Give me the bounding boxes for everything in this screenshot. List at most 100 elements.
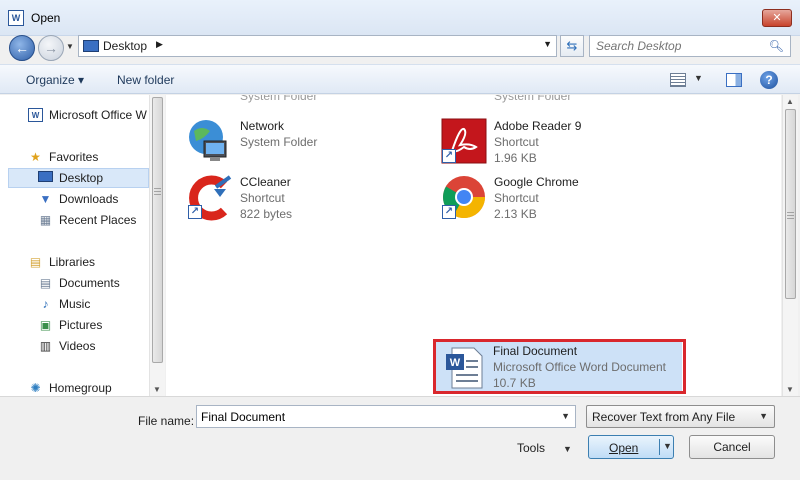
shortcut-arrow-icon: ↗: [442, 205, 456, 219]
recent-places-icon: ▦: [39, 213, 52, 227]
file-item-type: System Folder: [240, 135, 318, 149]
open-button-label: Open: [609, 441, 639, 455]
file-item-type: Shortcut: [494, 191, 539, 205]
homegroup-icon: ✺: [30, 381, 41, 395]
search-input[interactable]: [596, 38, 766, 54]
view-dropdown-icon[interactable]: ▼: [694, 73, 703, 83]
sidebar-item-recent-places[interactable]: ▦ Recent Places: [0, 210, 150, 230]
window-title: Open: [31, 11, 61, 25]
file-item-name: CCleaner: [240, 175, 291, 189]
file-item-ccleaner[interactable]: ↗ CCleaner Shortcut 822 bytes: [186, 173, 426, 225]
recent-locations-dropdown-icon[interactable]: ▼: [66, 42, 76, 52]
navigation-pane: W Microsoft Office W ★ Favorites Desktop…: [0, 95, 165, 396]
sidebar-item-label: Favorites: [49, 150, 99, 164]
sidebar-item-videos[interactable]: ▥ Videos: [0, 336, 150, 356]
file-type-dropdown-icon[interactable]: ▼: [759, 411, 768, 421]
breadcrumb-desktop[interactable]: Desktop: [103, 39, 147, 53]
sidebar-item-label: Recent Places: [59, 213, 137, 227]
scroll-up-icon[interactable]: ▲: [786, 97, 794, 106]
file-item-type: System Folder: [494, 95, 572, 103]
file-type-select[interactable]: Recover Text from Any File ▼: [586, 405, 775, 428]
downloads-icon: ▼: [39, 192, 52, 206]
search-box[interactable]: 🔍︎: [589, 35, 791, 57]
file-name-input[interactable]: [201, 409, 556, 425]
navigation-scrollbar-thumb[interactable]: [152, 97, 163, 363]
file-item-type: Shortcut: [240, 191, 285, 205]
sidebar-item-label: Microsoft Office W: [49, 108, 147, 122]
sidebar-item-label: Libraries: [49, 255, 96, 269]
sidebar-item-pictures[interactable]: ▣ Pictures: [0, 315, 150, 335]
sidebar-item-microsoft-office[interactable]: W Microsoft Office W: [0, 105, 150, 125]
file-name-dropdown-icon[interactable]: ▼: [561, 411, 570, 421]
forward-button[interactable]: →: [38, 35, 64, 61]
file-name-combobox[interactable]: ▼: [196, 405, 576, 428]
file-item-type: Shortcut: [494, 135, 539, 149]
breadcrumb-arrow-icon[interactable]: ▶: [156, 39, 163, 50]
pictures-icon: ▣: [39, 318, 52, 332]
scrollbar-grip-icon: — — —: [154, 185, 161, 198]
documents-icon: ▤: [39, 276, 52, 290]
refresh-button[interactable]: ⇆: [560, 35, 584, 57]
network-icon: [189, 120, 227, 161]
organize-button[interactable]: Organize ▾: [26, 73, 84, 87]
music-icon: ♪: [42, 297, 49, 311]
videos-icon: ▥: [39, 339, 52, 353]
file-list-scrollbar-thumb[interactable]: [785, 109, 796, 299]
new-folder-button[interactable]: New folder: [117, 73, 174, 87]
desktop-icon: [38, 171, 53, 182]
file-item-name: Google Chrome: [494, 175, 579, 189]
shortcut-arrow-icon: ↗: [188, 205, 202, 219]
sidebar-item-label: Desktop: [59, 171, 104, 185]
scroll-down-icon[interactable]: ▼: [786, 385, 794, 394]
sidebar-item-documents[interactable]: ▤ Documents: [0, 273, 150, 293]
file-list-scrollbar[interactable]: ▲ — — — ▼: [782, 95, 798, 396]
title-bar: W Open ✕: [0, 0, 800, 36]
word-app-icon: W: [8, 10, 24, 26]
sidebar-item-label: Music: [59, 297, 91, 311]
file-name-label: File name:: [138, 414, 195, 428]
sidebar-item-desktop[interactable]: Desktop: [8, 168, 149, 188]
sidebar-item-label: Videos: [59, 339, 96, 353]
help-icon[interactable]: ?: [760, 71, 778, 89]
back-button[interactable]: ←: [9, 35, 35, 61]
preview-pane-icon[interactable]: [726, 73, 742, 87]
search-icon[interactable]: 🔍︎: [769, 39, 784, 53]
open-button-divider: [659, 439, 660, 455]
sidebar-item-label: Downloads: [59, 192, 119, 206]
command-toolbar: Organize ▾ New folder ▼ ?: [0, 64, 800, 94]
sidebar-item-music[interactable]: ♪ Music: [0, 294, 150, 314]
address-dropdown-icon[interactable]: ▼: [543, 39, 552, 49]
word-icon: W: [28, 108, 43, 122]
file-item-size: 822 bytes: [240, 207, 293, 221]
scrollbar-grip-icon: — — —: [787, 209, 794, 222]
sidebar-item-label: Documents: [59, 276, 120, 290]
file-item-type: System Folder: [240, 95, 318, 103]
close-button[interactable]: ✕: [762, 9, 792, 27]
sidebar-item-homegroup[interactable]: ✺ Homegroup: [0, 378, 150, 396]
sidebar-item-favorites[interactable]: ★ Favorites: [0, 147, 150, 167]
address-bar[interactable]: Desktop ▶ ▼: [78, 35, 557, 57]
scroll-down-icon[interactable]: ▼: [153, 385, 161, 394]
file-item-network[interactable]: Network System Folder: [186, 117, 426, 169]
sidebar-item-downloads[interactable]: ▼ Downloads: [0, 189, 150, 209]
open-options-dropdown-icon[interactable]: ▼: [663, 441, 672, 451]
cancel-button[interactable]: Cancel: [689, 435, 775, 459]
open-button[interactable]: Open ▼: [588, 435, 674, 459]
desktop-icon: [83, 40, 99, 52]
file-item-adobe-reader[interactable]: ↗ Adobe Reader 9 Shortcut 1.96 KB: [440, 117, 680, 169]
star-icon: ★: [30, 150, 41, 164]
sidebar-item-libraries[interactable]: ▤ Libraries: [0, 252, 150, 272]
file-item-size: 1.96 KB: [494, 151, 537, 165]
file-item-name: Adobe Reader 9: [494, 119, 582, 133]
sidebar-item-label: Homegroup: [49, 381, 112, 395]
tools-dropdown-icon[interactable]: ▼: [563, 444, 572, 454]
selection-highlight-box: [433, 339, 686, 394]
change-view-icon[interactable]: [670, 73, 686, 87]
shortcut-arrow-icon: ↗: [442, 149, 456, 163]
file-type-label: Recover Text from Any File: [592, 410, 736, 424]
tools-button[interactable]: Tools: [517, 441, 545, 455]
libraries-icon: ▤: [29, 255, 42, 269]
navigation-scrollbar[interactable]: — — — ▼: [149, 95, 165, 396]
sidebar-item-label: Pictures: [59, 318, 103, 332]
file-item-google-chrome[interactable]: ↗ Google Chrome Shortcut 2.13 KB: [440, 173, 680, 225]
